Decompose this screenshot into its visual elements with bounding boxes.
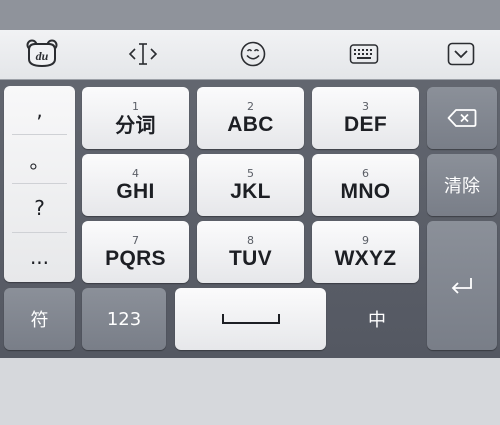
language-switch-key[interactable]: 中 [334,288,420,350]
logo-text: du [36,49,49,63]
key-number: 7 [132,234,139,247]
key-8-tuv[interactable]: 8 TUV [197,221,304,283]
key-4-ghi[interactable]: 4 GHI [82,154,189,216]
keyboard-icon[interactable] [346,38,382,70]
punct-ellipsis-key[interactable]: ... [4,233,75,281]
collapse-chevron-icon[interactable] [443,38,479,70]
key-number: 9 [362,234,369,247]
key-7-pqrs[interactable]: 7 PQRS [82,221,189,283]
key-label: GHI [116,180,155,203]
key-number: 4 [132,167,139,180]
key-number: 6 [362,167,369,180]
key-label: MNO [340,180,391,203]
language-label: 中 [368,310,386,331]
key-9-wxyz[interactable]: 9 WXYZ [312,221,419,283]
key-number: 3 [362,100,369,113]
key-label: DEF [344,113,387,136]
backspace-key[interactable] [427,87,497,149]
key-label: TUV [229,247,272,270]
clear-label: 清除 [444,176,480,197]
punctuation-column: , 。 ? ... [4,86,75,282]
key-number: 5 [247,167,254,180]
symbol-label: 符 [30,310,49,331]
key-3-def[interactable]: 3 DEF [312,87,419,149]
key-1-segment[interactable]: 1 分词 [82,87,189,149]
key-label: WXYZ [334,247,397,270]
key-number: 8 [247,234,254,247]
key-5-jkl[interactable]: 5 JKL [197,154,304,216]
baidu-bear-logo-icon[interactable]: du [24,38,60,70]
clear-key[interactable]: 清除 [427,154,497,216]
key-6-mno[interactable]: 6 MNO [312,154,419,216]
punct-period-key[interactable]: 。 [4,135,75,183]
symbol-key[interactable]: 符 [4,288,75,350]
keyboard-toolbar: du [0,30,500,80]
key-2-abc[interactable]: 2 ABC [197,87,304,149]
key-number: 1 [132,100,139,113]
enter-key[interactable] [427,221,497,350]
emoji-icon[interactable] [235,38,271,70]
top-bar [0,0,500,30]
punct-question-key[interactable]: ? [4,184,75,232]
numeric-label: 123 [106,308,142,330]
key-label: ABC [227,113,274,136]
bottom-area [0,358,500,425]
key-number: 2 [247,100,254,113]
numeric-key[interactable]: 123 [82,288,166,350]
space-key[interactable] [175,288,326,350]
space-icon [221,314,280,324]
backspace-icon [447,109,477,127]
key-label: 分词 [115,113,156,137]
return-arrow-icon [451,277,472,294]
key-label: JKL [230,180,271,203]
cursor-move-icon[interactable] [125,38,161,70]
punct-comma-key[interactable]: , [4,86,75,134]
key-label: PQRS [105,247,166,270]
